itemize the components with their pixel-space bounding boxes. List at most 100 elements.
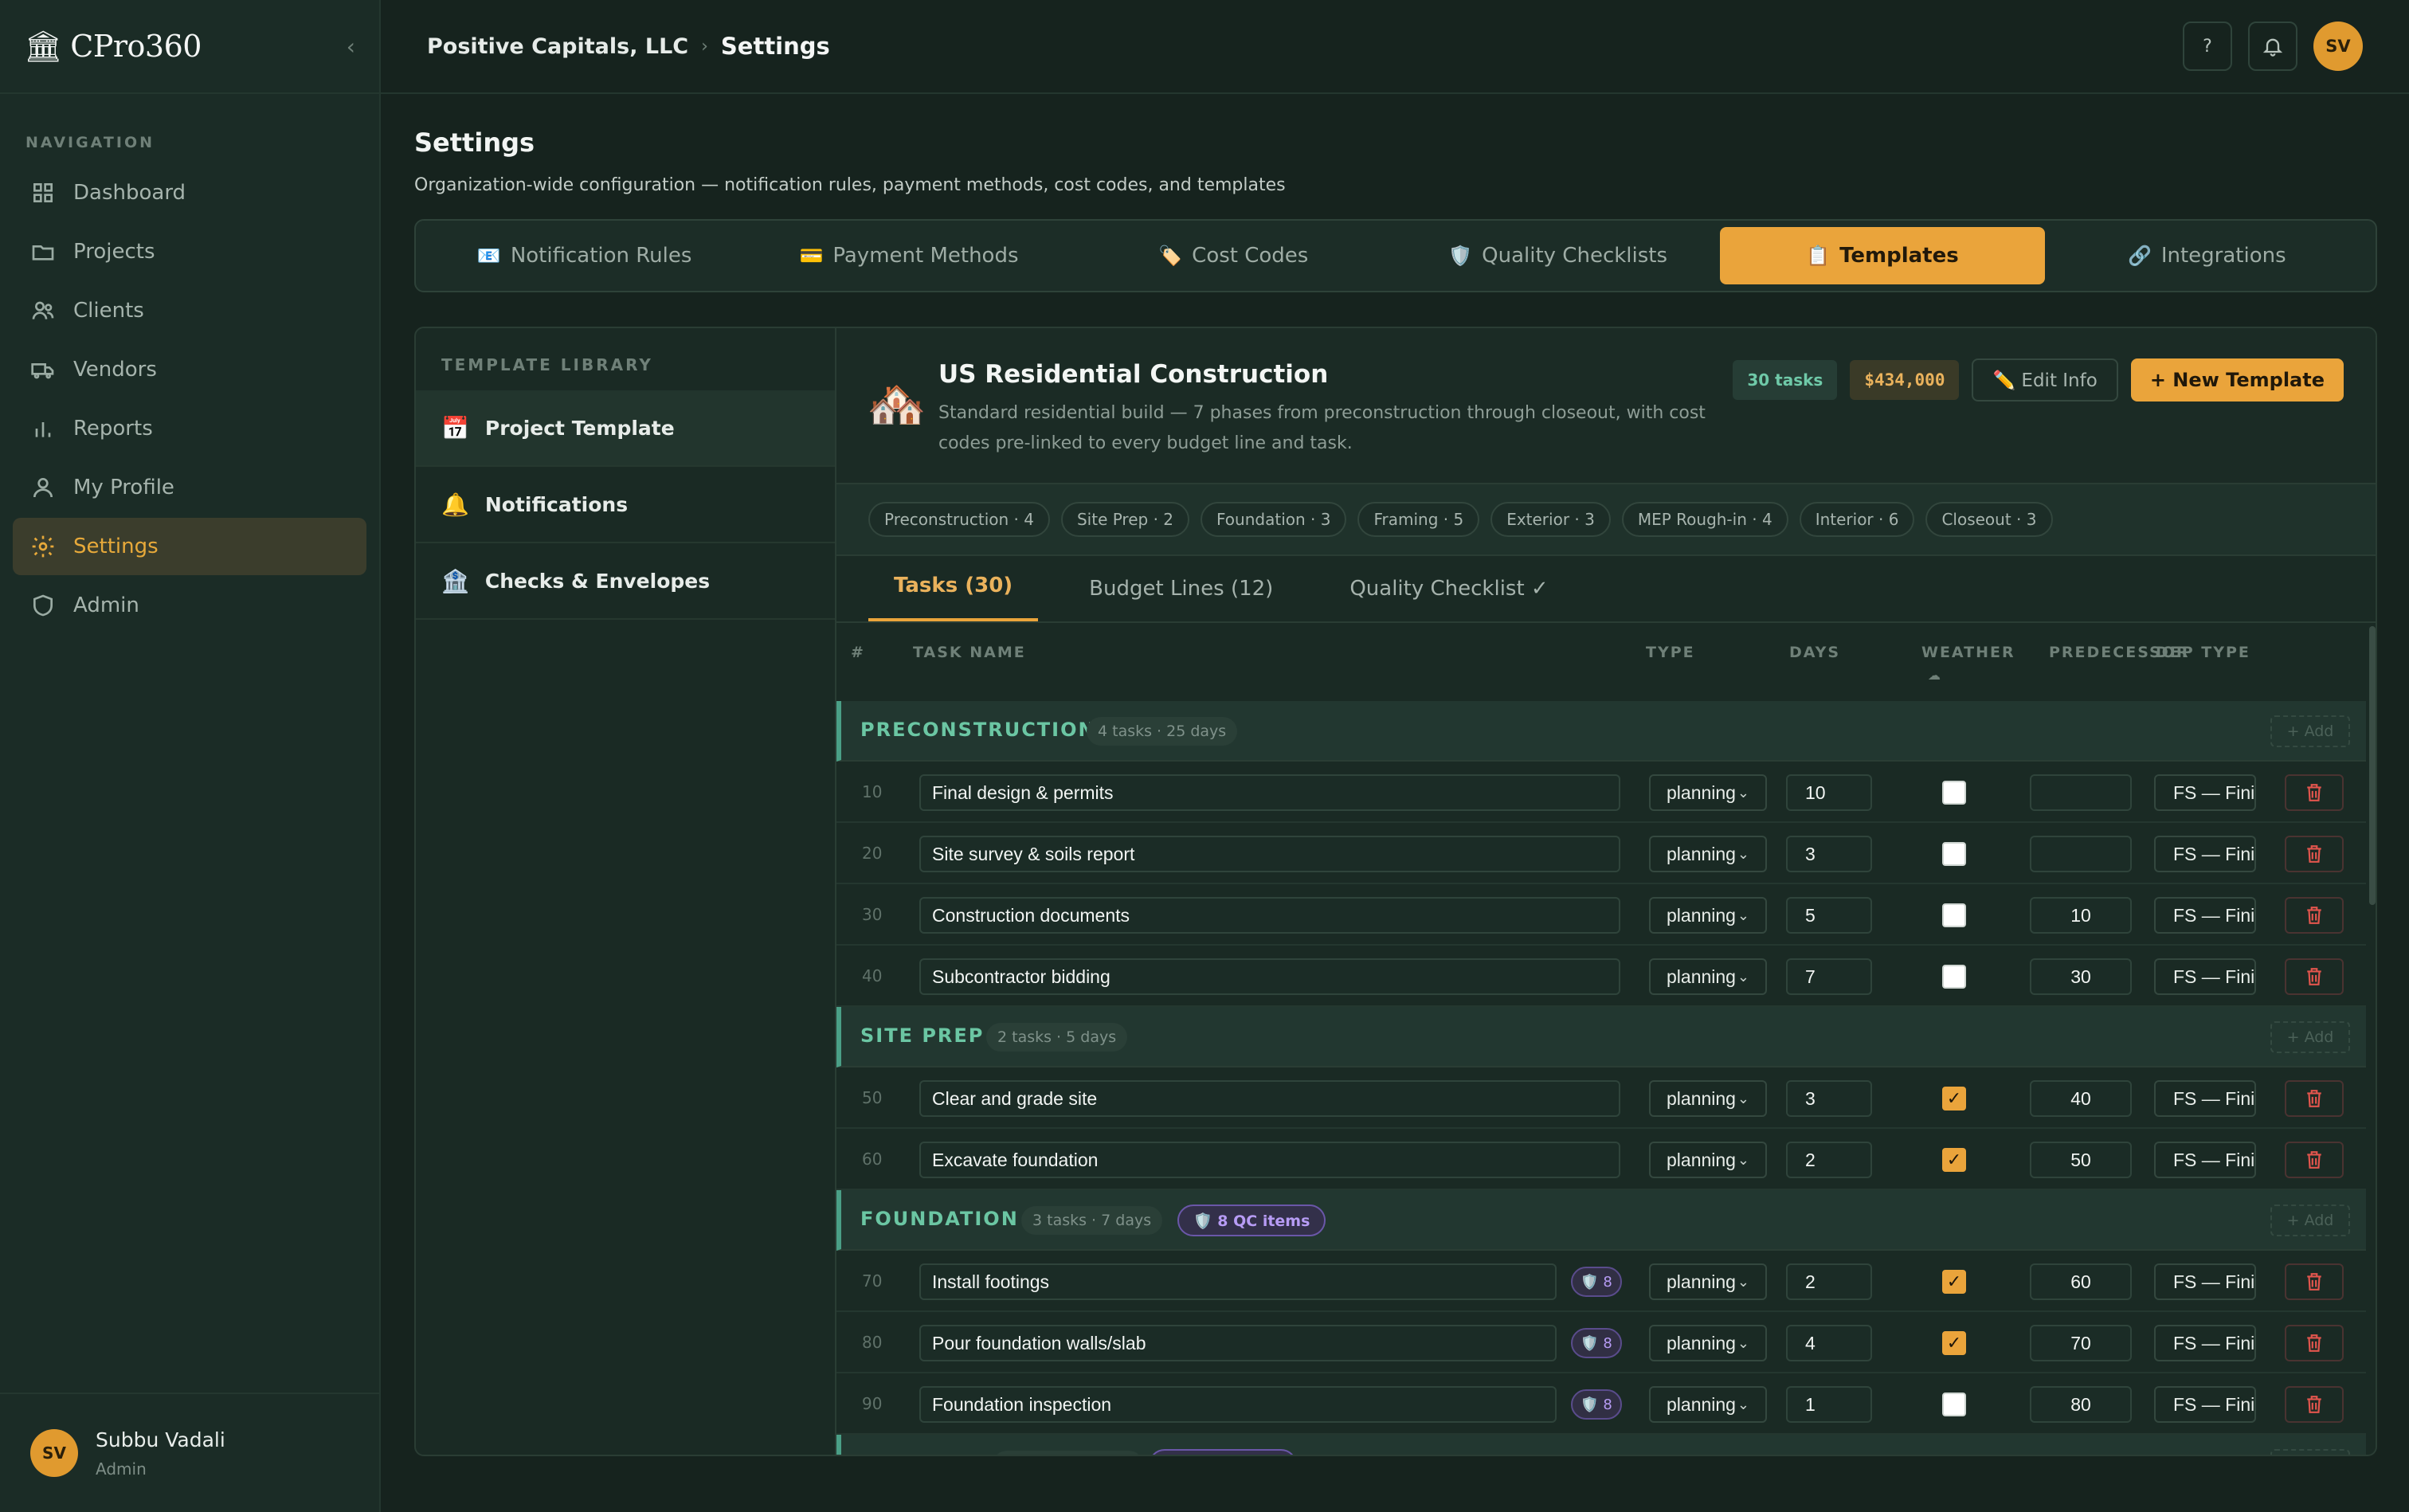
task-days-input[interactable]: 3 [1786,836,1872,872]
task-type-select[interactable]: planning ⌄ [1649,1263,1767,1300]
delete-task-button[interactable] [2285,1080,2344,1117]
sidebar-item-my-profile[interactable]: My Profile [13,459,366,516]
user-box[interactable]: SV Subbu Vadali Admin [0,1393,379,1512]
library-item-notifications[interactable]: 🔔 Notifications [416,467,835,543]
predecessor-input[interactable]: 40 [2030,1080,2132,1117]
task-type-select[interactable]: planning ⌄ [1649,836,1767,872]
dep-type-select[interactable]: FS — Finish [2154,1080,2256,1117]
tab-payment-methods[interactable]: 💳 Payment Methods [746,227,1071,284]
tab-notification-rules[interactable]: 📧 Notification Rules [422,227,746,284]
tab-templates[interactable]: 📋 Templates [1720,227,2045,284]
dep-type-select[interactable]: FS — Finish [2154,1386,2256,1423]
sidebar-item-reports[interactable]: Reports [13,400,366,457]
phase-chip[interactable]: MEP Rough-in · 4 [1621,502,1788,537]
delete-task-button[interactable] [2285,1263,2344,1300]
delete-task-button[interactable] [2285,1142,2344,1178]
subtab-budget-lines-[interactable]: Budget Lines (12) [1063,577,1299,621]
tab-integrations[interactable]: 🔗 Integrations [2045,227,2369,284]
task-type-select[interactable]: planning ⌄ [1649,774,1767,811]
task-name-input[interactable]: Foundation inspection [919,1386,1557,1423]
task-name-input[interactable]: Construction documents [919,897,1620,934]
task-days-input[interactable]: 5 [1786,897,1872,934]
user-avatar-button[interactable]: SV [2313,22,2363,71]
collapse-sidebar-button[interactable]: ‹ [347,33,355,60]
weather-checkbox[interactable]: ✓ [1942,1270,1966,1294]
library-item-checks-envelopes[interactable]: 🏦 Checks & Envelopes [416,543,835,620]
library-item-project-template[interactable]: 📅 Project Template [416,390,835,467]
group-qc-badge[interactable]: 🛡️ 8 QC items [1177,1205,1326,1236]
task-qc-badge[interactable]: 🛡️ 8 [1571,1328,1622,1358]
weather-checkbox[interactable]: ✓ [1942,1148,1966,1172]
task-type-select[interactable]: planning ⌄ [1649,1080,1767,1117]
dep-type-select[interactable]: FS — Finish [2154,1142,2256,1178]
task-days-input[interactable]: 4 [1786,1325,1872,1361]
sidebar-item-admin[interactable]: Admin [13,577,366,634]
weather-checkbox[interactable]: ✓ [1942,1331,1966,1355]
sidebar-item-clients[interactable]: Clients [13,282,366,339]
task-type-select[interactable]: planning ⌄ [1649,958,1767,995]
notifications-button[interactable] [2248,22,2297,71]
help-button[interactable]: ? [2183,22,2232,71]
tab-cost-codes[interactable]: 🏷️ Cost Codes [1071,227,1396,284]
delete-task-button[interactable] [2285,897,2344,934]
edit-info-button[interactable]: ✏️ Edit Info [1972,358,2118,402]
phase-chip[interactable]: Foundation · 3 [1201,502,1347,537]
task-name-input[interactable]: Site survey & soils report [919,836,1620,872]
predecessor-input[interactable]: 50 [2030,1142,2132,1178]
dep-type-select[interactable]: FS — Finish [2154,774,2256,811]
task-type-select[interactable]: planning ⌄ [1649,1386,1767,1423]
table-scrollbar[interactable] [2369,626,2376,905]
predecessor-input[interactable]: 10 [2030,897,2132,934]
add-task-button[interactable]: + Add [2270,1449,2350,1455]
delete-task-button[interactable] [2285,836,2344,872]
add-task-button[interactable]: + Add [2270,1205,2350,1236]
task-name-input[interactable]: Subcontractor bidding [919,958,1620,995]
predecessor-input[interactable]: 70 [2030,1325,2132,1361]
dep-type-select[interactable]: FS — Finish [2154,1263,2256,1300]
task-name-input[interactable]: Final design & permits [919,774,1620,811]
weather-checkbox[interactable] [1942,842,1966,866]
predecessor-input[interactable]: 80 [2030,1386,2132,1423]
task-days-input[interactable]: 7 [1786,958,1872,995]
task-name-input[interactable]: Clear and grade site [919,1080,1620,1117]
delete-task-button[interactable] [2285,1325,2344,1361]
task-type-select[interactable]: planning ⌄ [1649,897,1767,934]
group-qc-badge[interactable]: 🛡️ 5 QC items [1149,1449,1298,1455]
phase-chip[interactable]: Site Prep · 2 [1060,502,1190,537]
add-task-button[interactable]: + Add [2270,1021,2350,1053]
dep-type-select[interactable]: FS — Finish [2154,836,2256,872]
task-days-input[interactable]: 3 [1786,1080,1872,1117]
task-qc-badge[interactable]: 🛡️ 8 [1571,1267,1622,1297]
dep-type-select[interactable]: FS — Finish [2154,1325,2256,1361]
task-type-select[interactable]: planning ⌄ [1649,1325,1767,1361]
sidebar-item-settings[interactable]: Settings [13,518,366,575]
breadcrumb-org[interactable]: Positive Capitals, LLC [427,34,688,59]
predecessor-input[interactable]: 60 [2030,1263,2132,1300]
task-days-input[interactable]: 2 [1786,1142,1872,1178]
sidebar-item-dashboard[interactable]: Dashboard [13,164,366,221]
phase-chip[interactable]: Exterior · 3 [1490,502,1611,537]
task-days-input[interactable]: 2 [1786,1263,1872,1300]
delete-task-button[interactable] [2285,958,2344,995]
task-type-select[interactable]: planning ⌄ [1649,1142,1767,1178]
weather-checkbox[interactable] [1942,781,1966,805]
task-days-input[interactable]: 10 [1786,774,1872,811]
sidebar-item-vendors[interactable]: Vendors [13,341,366,398]
phase-chip[interactable]: Interior · 6 [1799,502,1915,537]
task-days-input[interactable]: 1 [1786,1386,1872,1423]
weather-checkbox[interactable] [1942,903,1966,927]
add-task-button[interactable]: + Add [2270,715,2350,747]
phase-chip[interactable]: Preconstruction · 4 [868,502,1050,537]
weather-checkbox[interactable] [1942,965,1966,989]
phase-chip[interactable]: Closeout · 3 [1925,502,2053,537]
weather-checkbox[interactable]: ✓ [1942,1087,1966,1110]
task-name-input[interactable]: Install footings [919,1263,1557,1300]
sidebar-item-projects[interactable]: Projects [13,223,366,280]
subtab-quality-checklist-[interactable]: Quality Checklist ✓ [1324,577,1573,621]
task-name-input[interactable]: Excavate foundation [919,1142,1620,1178]
dep-type-select[interactable]: FS — Finish [2154,958,2256,995]
task-qc-badge[interactable]: 🛡️ 8 [1571,1389,1622,1420]
tab-quality-checklists[interactable]: 🛡️ Quality Checklists [1396,227,1720,284]
subtab-tasks-[interactable]: Tasks (30) [868,574,1039,621]
weather-checkbox[interactable] [1942,1393,1966,1416]
